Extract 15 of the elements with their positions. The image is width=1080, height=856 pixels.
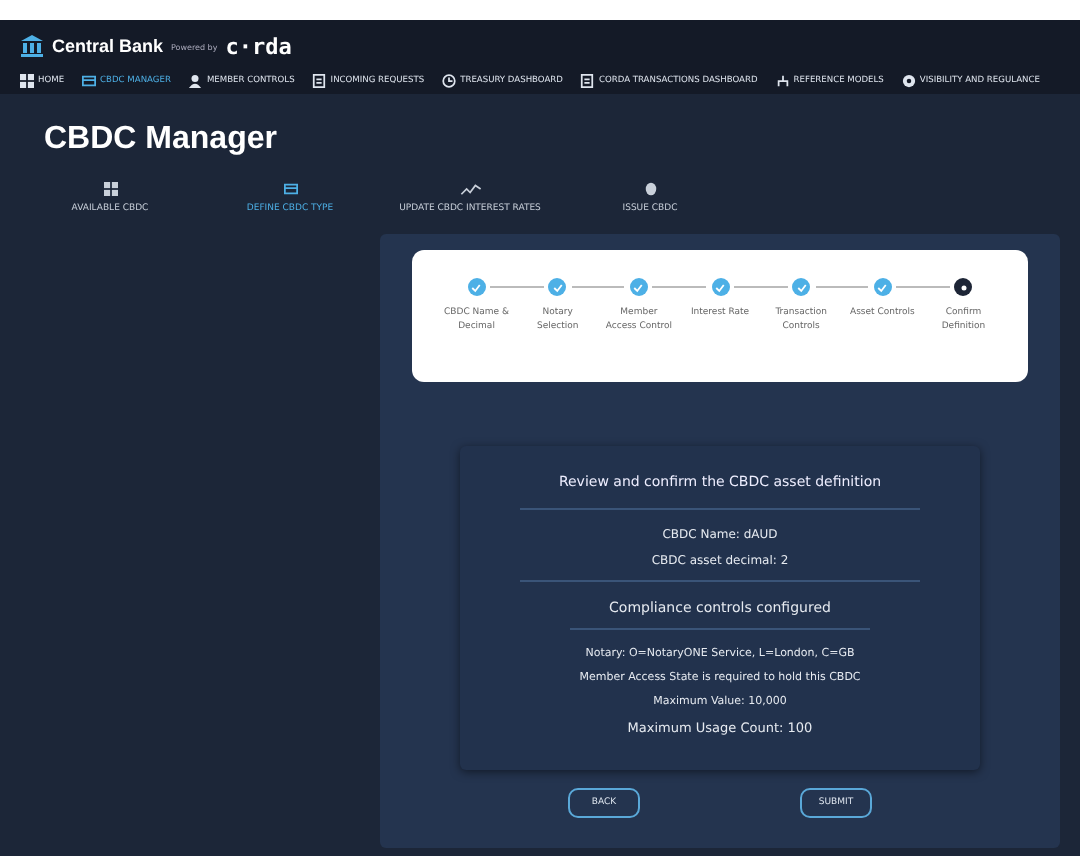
logo-text: c·rda bbox=[225, 33, 292, 59]
document-icon bbox=[580, 73, 595, 87]
hierarchy-icon bbox=[775, 73, 790, 87]
coin-icon bbox=[643, 182, 657, 196]
user-icon bbox=[188, 73, 203, 87]
document-icon bbox=[312, 73, 327, 87]
card-icon bbox=[283, 182, 297, 196]
chart-icon bbox=[459, 182, 481, 196]
page-title: CBDC Manager bbox=[42, 120, 279, 160]
card-icon bbox=[82, 73, 97, 87]
grid-icon bbox=[20, 73, 34, 87]
brand-name: Central Bank bbox=[52, 36, 164, 56]
grid-icon bbox=[103, 182, 117, 196]
bank-building-icon bbox=[20, 34, 44, 58]
clock-icon bbox=[442, 73, 457, 87]
